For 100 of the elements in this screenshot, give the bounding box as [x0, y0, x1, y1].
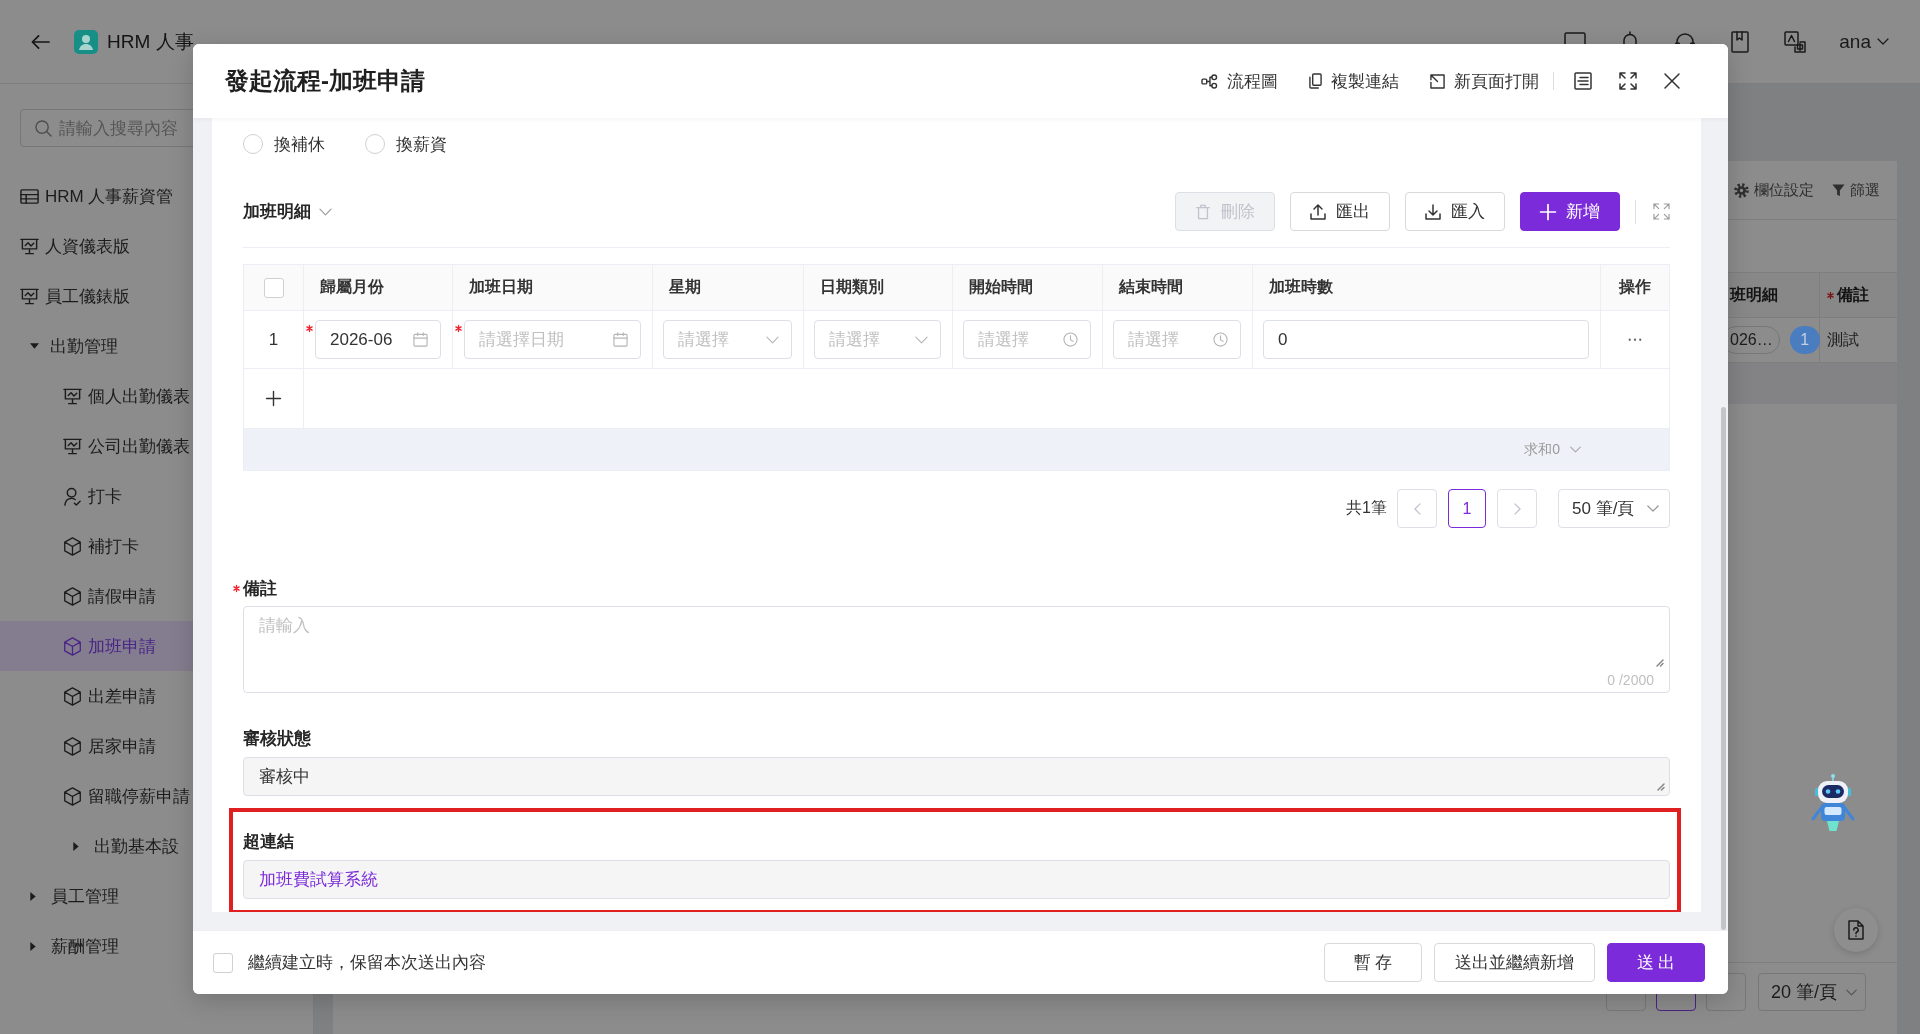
- gear-icon: [1734, 182, 1749, 198]
- plus-icon[interactable]: [266, 391, 281, 406]
- translate-icon[interactable]: [1784, 30, 1807, 53]
- cube-icon: [63, 536, 82, 556]
- logo-icon: [74, 29, 98, 54]
- filter-icon: [1832, 183, 1845, 197]
- column-header: 加班時數: [1269, 277, 1333, 297]
- draft-button[interactable]: 暫 存: [1324, 943, 1422, 982]
- submit-and-new-button[interactable]: 送出並繼續新增: [1434, 943, 1595, 982]
- trash-icon: [1195, 203, 1211, 220]
- field-label: 審核狀態: [243, 727, 311, 750]
- header-action[interactable]: 複製連結: [1309, 69, 1399, 93]
- checkbox[interactable]: [263, 277, 284, 298]
- status-field: 審核中: [243, 757, 1670, 796]
- resize-handle-icon[interactable]: [1657, 783, 1665, 791]
- link[interactable]: 加班費試算系統: [259, 868, 378, 891]
- person-icon: [63, 486, 82, 506]
- column-header: 日期類別: [820, 277, 884, 297]
- table-cell-text: 測試: [1827, 329, 1859, 350]
- chevron-down-icon: [915, 335, 928, 344]
- toolbar-button[interactable]: 篩選: [1832, 180, 1880, 200]
- column-header: 開始時間: [969, 277, 1033, 297]
- resize-handle-icon[interactable]: [1656, 659, 1664, 667]
- fullscreen-icon[interactable]: [1619, 72, 1637, 90]
- search-icon: [35, 119, 52, 137]
- box-arrow-icon: [1430, 73, 1445, 89]
- list-icon[interactable]: [1574, 72, 1592, 90]
- column-header: 結束時間: [1119, 277, 1183, 297]
- cube-icon: [63, 586, 82, 606]
- chevron-down-icon: [1647, 505, 1659, 512]
- chevron-down-icon: [766, 335, 779, 344]
- upload-icon: [1310, 203, 1326, 220]
- sidebar-item[interactable]: 員工儀錶版: [0, 271, 313, 321]
- sidebar-item[interactable]: 個人出勤儀表: [0, 371, 313, 421]
- back-arrow-icon[interactable]: [31, 33, 50, 50]
- calendar-icon: [613, 332, 628, 347]
- user-menu[interactable]: ana: [1839, 30, 1889, 53]
- header-action[interactable]: 流程圖: [1201, 69, 1278, 93]
- bookmark-icon[interactable]: [1729, 30, 1752, 53]
- field-label: 備註: [243, 577, 277, 600]
- export-button[interactable]: 匯出: [1290, 192, 1390, 231]
- chevron-right-icon: [1513, 502, 1521, 515]
- column-header: 歸屬月份: [320, 277, 384, 297]
- section-title: 加班明細: [243, 201, 311, 223]
- total-count: 共1筆: [1346, 498, 1387, 518]
- page-button[interactable]: 1: [1448, 489, 1486, 528]
- chevron-down-icon: [1570, 446, 1581, 453]
- column-header: 備註: [1837, 284, 1869, 305]
- sidebar-item[interactable]: 打卡: [0, 471, 313, 521]
- presentation-icon: [20, 286, 39, 306]
- calendar-icon: [413, 332, 428, 347]
- column-header: 操作: [1619, 277, 1651, 297]
- submit-button[interactable]: 送 出: [1607, 943, 1705, 982]
- radio-label: 換薪資: [396, 133, 447, 156]
- row-number: 1: [268, 329, 279, 350]
- import-button[interactable]: 匯入: [1405, 192, 1505, 231]
- plus-icon: [1540, 203, 1556, 220]
- sidebar-item[interactable]: 公司出勤儀表: [0, 421, 313, 471]
- field-label: 超連結: [243, 830, 294, 853]
- clock-icon: [1063, 332, 1078, 347]
- presentation-icon: [63, 436, 82, 456]
- page-size-select[interactable]: 20 筆/頁: [1758, 973, 1866, 1011]
- column-header: 星期: [669, 277, 701, 297]
- add-button[interactable]: 新增: [1520, 192, 1620, 231]
- sum-dropdown[interactable]: 求和0: [1524, 440, 1581, 459]
- column-header: 班明細: [1730, 284, 1778, 305]
- page-size-select[interactable]: 50 筆/頁: [1558, 489, 1670, 528]
- cube-icon: [63, 636, 82, 656]
- presentation-icon: [20, 236, 39, 256]
- dialog-title: 發起流程-加班申請: [225, 66, 425, 96]
- chevron-down-icon: [1877, 38, 1889, 45]
- copy-icon: [1309, 73, 1322, 89]
- character-counter: 0 /2000: [1607, 672, 1654, 688]
- checkbox-label: 繼續建立時，保留本次送出內容: [248, 952, 486, 974]
- date-field[interactable]: 2026-06: [315, 320, 441, 359]
- column-header: 加班日期: [469, 277, 533, 297]
- toolbar-button[interactable]: 欄位設定: [1734, 180, 1814, 200]
- header-action[interactable]: 新頁面打開: [1430, 69, 1539, 93]
- cube-icon: [63, 686, 82, 706]
- cube-icon: [63, 786, 82, 806]
- chevron-icon[interactable]: [319, 207, 332, 216]
- radio-button[interactable]: [243, 134, 263, 154]
- cube-icon: [63, 736, 82, 756]
- radio-button[interactable]: [365, 134, 385, 154]
- checkbox[interactable]: [213, 952, 233, 973]
- sidebar-item[interactable]: 人資儀表版: [0, 221, 313, 271]
- download-icon: [1425, 203, 1441, 220]
- table-icon: [20, 186, 39, 206]
- document-question-icon: [1848, 920, 1864, 940]
- flowchart-icon: [1201, 73, 1218, 89]
- number-field[interactable]: 0: [1263, 320, 1589, 359]
- count-badge: 1: [1789, 326, 1820, 354]
- app-title: HRM 人事: [107, 29, 194, 54]
- chevron-down-icon: [1846, 988, 1857, 996]
- sidebar-item[interactable]: 補打卡: [0, 521, 313, 571]
- presentation-icon: [63, 386, 82, 406]
- scrollbar[interactable]: [1721, 407, 1726, 930]
- clock-icon: [1213, 332, 1228, 347]
- close-icon[interactable]: [1664, 73, 1680, 89]
- more-icon[interactable]: [1628, 337, 1642, 342]
